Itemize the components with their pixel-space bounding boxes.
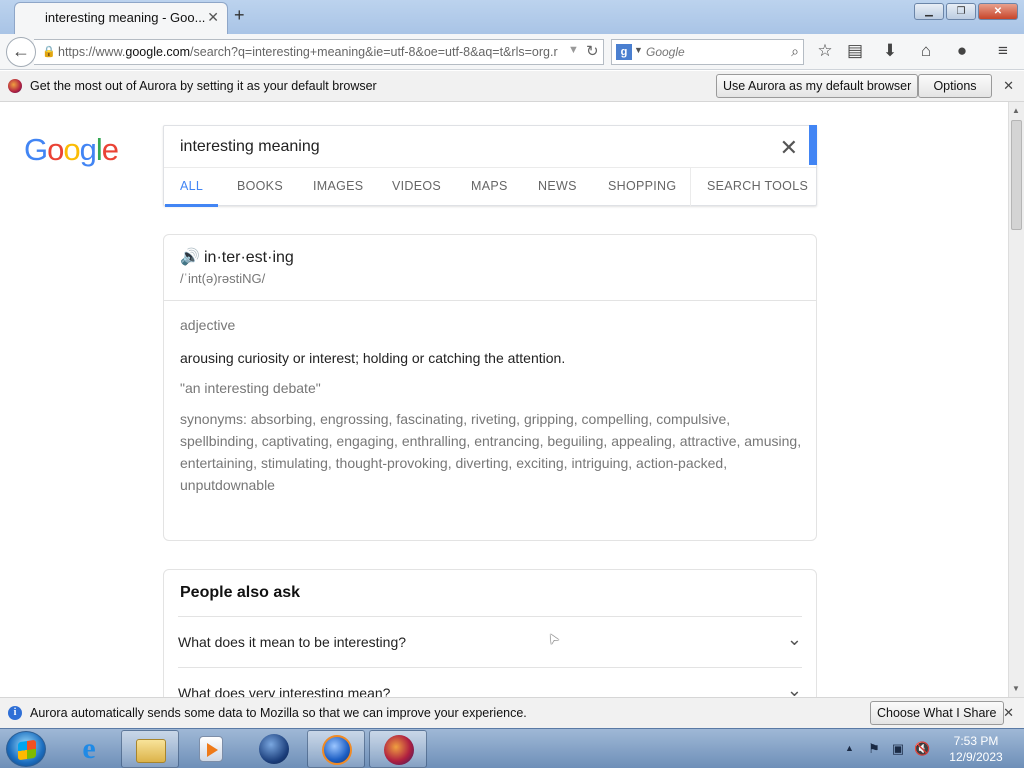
data-notification-text: Aurora automatically sends some data to … (30, 706, 527, 720)
scroll-up-icon[interactable]: ▲ (1012, 106, 1020, 115)
active-tab-indicator (165, 204, 218, 207)
part-of-speech: adjective (180, 317, 236, 333)
media-player-taskbar-button[interactable] (182, 730, 240, 768)
speaker-icon[interactable]: 🔊 (180, 247, 200, 267)
search-tabs: ALL BOOKS IMAGES VIDEOS MAPS NEWS SHOPPI… (164, 167, 816, 207)
tab-images[interactable]: IMAGES (313, 179, 363, 193)
search-button[interactable] (809, 125, 817, 165)
notification-text: Get the most out of Aurora by setting it… (30, 79, 377, 93)
use-aurora-default-button[interactable]: Use Aurora as my default browser (716, 74, 919, 98)
options-button[interactable]: Options (918, 74, 992, 98)
example-sentence: "an interesting debate" (180, 380, 321, 396)
phonetic-spelling: /ˈint(ə)rəstiNG/ (180, 271, 266, 286)
scroll-down-icon[interactable]: ▼ (1012, 684, 1020, 693)
volume-muted-icon[interactable]: 🔇 (914, 741, 930, 757)
bookmark-star-icon[interactable]: ☆ (814, 41, 836, 61)
definition-card: 🔊 in·ter·est·ing /ˈint(ə)rəstiNG/ adject… (163, 234, 817, 541)
vertical-scrollbar[interactable]: ▲ ▼ (1008, 102, 1024, 697)
folder-icon (136, 739, 166, 763)
navigation-toolbar: 🔒 https://www.google.com/search?q=intere… (0, 34, 1024, 70)
internet-explorer-icon: e (82, 732, 96, 765)
firefox-taskbar-button[interactable] (307, 730, 365, 768)
download-icon[interactable]: ⬇ (879, 41, 901, 61)
search-engine-dropdown-icon[interactable]: ▼ (634, 45, 643, 55)
reading-list-icon[interactable]: ▤ (844, 41, 866, 61)
aurora-logo-icon (8, 79, 22, 93)
search-tools-button[interactable]: SEARCH TOOLS (707, 179, 808, 193)
aurora-taskbar-button[interactable] (369, 730, 427, 768)
google-logo[interactable]: Google (24, 132, 119, 168)
system-clock[interactable]: 7:53 PM 12/9/2023 (938, 733, 1014, 765)
choose-what-i-share-button[interactable]: Choose What I Share (870, 701, 1004, 725)
people-also-ask-card: People also ask What does it mean to be … (163, 569, 817, 697)
question-text[interactable]: What does it mean to be interesting? (178, 634, 406, 650)
tab-all[interactable]: ALL (180, 179, 203, 193)
windows-logo-icon (18, 739, 36, 761)
notification-close-icon[interactable]: ✕ (1003, 78, 1014, 94)
restore-button[interactable]: ❐ (946, 3, 976, 20)
google-search-box: interesting meaning ✕ ALL BOOKS IMAGES V… (163, 125, 817, 207)
tab-separator (690, 168, 691, 207)
tab-maps[interactable]: MAPS (471, 179, 508, 193)
url-history-dropdown-icon[interactable]: ▼ (568, 44, 579, 56)
search-query-input[interactable]: interesting meaning (180, 138, 320, 156)
search-engine-icon[interactable]: g (616, 44, 632, 60)
back-button[interactable]: ← (6, 37, 36, 67)
globe-app-taskbar-button[interactable] (245, 730, 303, 768)
menu-icon[interactable]: ≡ (992, 41, 1014, 61)
start-button[interactable] (6, 731, 46, 767)
data-sharing-notification: i Aurora automatically sends some data t… (0, 697, 1024, 728)
scrollbar-thumb[interactable] (1011, 120, 1022, 230)
chat-icon[interactable]: ● (951, 41, 973, 61)
search-go-icon[interactable]: ⌕ (791, 43, 799, 60)
globe-icon (259, 734, 289, 764)
question-text[interactable]: What does very interesting mean? (178, 685, 390, 697)
taskbar: e ▲ ⚑ ▣ 🔇 7:53 PM 12/9/2023 (0, 728, 1024, 768)
action-center-icon[interactable]: ⚑ (866, 741, 882, 757)
url-text[interactable]: https://www.google.com/search?q=interest… (58, 45, 564, 59)
title-bar: interesting meaning - Goo... ✕ + ▁ ❐ ✕ (0, 0, 1024, 34)
definition-text: arousing curiosity or interest; holding … (180, 350, 566, 366)
new-tab-button[interactable]: + (234, 5, 245, 26)
people-also-ask-title: People also ask (180, 584, 301, 601)
media-player-icon (199, 736, 223, 762)
close-window-button[interactable]: ✕ (978, 3, 1018, 20)
chevron-down-icon[interactable]: ⌄ (787, 680, 802, 697)
network-icon[interactable]: ▣ (890, 741, 906, 757)
minimize-button[interactable]: ▁ (914, 3, 944, 20)
default-browser-notification: Get the most out of Aurora by setting it… (0, 71, 1024, 102)
data-notification-close-icon[interactable]: ✕ (1003, 705, 1014, 721)
tab-close-icon[interactable]: ✕ (207, 9, 219, 26)
clock-time: 7:53 PM (953, 734, 999, 748)
show-hidden-icons-button[interactable]: ▲ (845, 743, 854, 753)
question-item[interactable]: What does it mean to be interesting? ⌄ (178, 616, 802, 667)
home-icon[interactable]: ⌂ (915, 41, 937, 61)
window-controls: ▁ ❐ ✕ (914, 3, 1018, 20)
tab-shopping[interactable]: SHOPPING (608, 179, 676, 193)
synonyms-list: synonyms: absorbing, engrossing, fascina… (180, 411, 802, 493)
question-item[interactable]: What does very interesting mean? ⌄ (178, 667, 802, 697)
tab-title: interesting meaning - Goo... (45, 10, 205, 25)
clock-date: 12/9/2023 (949, 750, 1003, 764)
info-icon: i (8, 706, 22, 720)
definition-header: 🔊 in·ter·est·ing /ˈint(ə)rəstiNG/ (164, 235, 816, 301)
page-content: Google interesting meaning ✕ ALL BOOKS I… (0, 102, 1008, 697)
aurora-icon (384, 735, 414, 765)
tab-videos[interactable]: VIDEOS (392, 179, 441, 193)
tab-books[interactable]: BOOKS (237, 179, 283, 193)
file-explorer-taskbar-button[interactable] (121, 730, 179, 768)
definition-word: in·ter·est·ing (204, 249, 294, 266)
clear-search-icon[interactable]: ✕ (780, 135, 798, 161)
search-bar[interactable]: g ▼ Google ⌕ (611, 39, 804, 65)
internet-explorer-taskbar-button[interactable]: e (60, 730, 118, 768)
browser-tab[interactable]: interesting meaning - Goo... ✕ (14, 2, 228, 34)
tab-news[interactable]: NEWS (538, 179, 577, 193)
lock-icon[interactable]: 🔒 (42, 45, 56, 58)
reload-icon[interactable]: ↻ (586, 42, 599, 60)
chevron-down-icon[interactable]: ⌄ (787, 629, 802, 650)
firefox-icon (322, 735, 352, 765)
search-placeholder: Google (646, 45, 685, 59)
url-bar[interactable]: 🔒 https://www.google.com/search?q=intere… (34, 39, 604, 65)
